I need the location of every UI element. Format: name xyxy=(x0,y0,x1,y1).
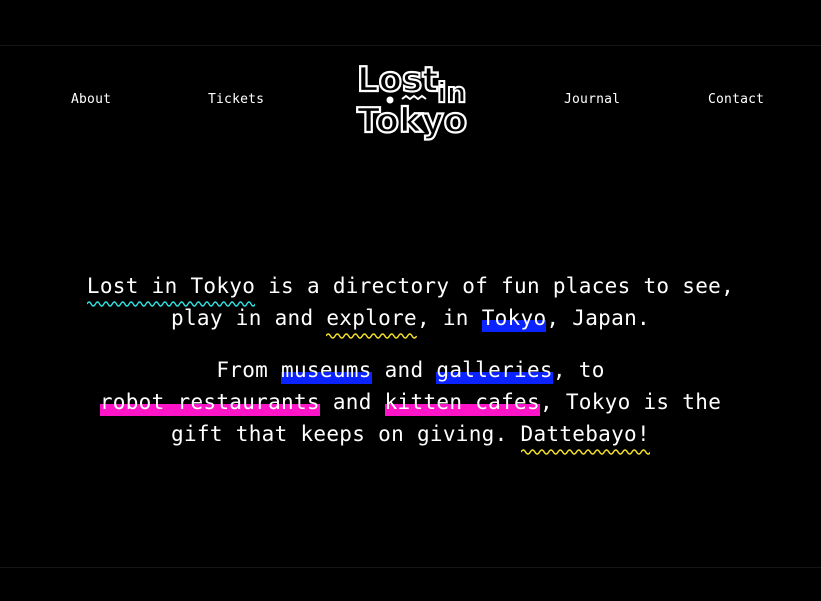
cyan-wavy-underline xyxy=(86,301,256,307)
yellow-wavy-underline xyxy=(520,449,650,455)
nav-link-tickets[interactable]: Tickets xyxy=(208,92,264,107)
link-robot-restaurants[interactable]: robot restaurants xyxy=(99,386,320,418)
intro-content: Lost in Tokyo is a directory of fun plac… xyxy=(80,270,741,470)
yellow-wavy-underline xyxy=(326,333,417,339)
logo-text-tokyo: Tokyo xyxy=(357,101,467,141)
intro-paragraph-1: Lost in Tokyo is a directory of fun plac… xyxy=(80,270,741,339)
logo-dot xyxy=(386,96,394,104)
nav-link-contact[interactable]: Contact xyxy=(708,92,764,107)
link-explore[interactable]: explore xyxy=(326,302,417,339)
intro-text: , Japan. xyxy=(546,306,650,330)
nav-link-journal[interactable]: Journal xyxy=(564,92,620,107)
link-tokyo[interactable]: Tokyo xyxy=(481,302,547,334)
intro-text: , in xyxy=(416,306,482,330)
link-kitten-cafes[interactable]: kitten cafes xyxy=(384,386,541,418)
link-museums[interactable]: museums xyxy=(281,354,372,386)
logo[interactable]: Lost in Tokyo xyxy=(356,58,469,144)
intro-text: and xyxy=(371,358,437,382)
logo-text-lost: Lost xyxy=(357,60,439,100)
intro-paragraph-2: From museums and galleries, to robot res… xyxy=(80,354,741,455)
intro-text: and xyxy=(319,390,385,414)
bottom-divider xyxy=(0,567,821,568)
nav-link-about[interactable]: About xyxy=(71,92,111,107)
link-dattebayo[interactable]: Dattebayo! xyxy=(520,418,650,455)
main-nav: About Tickets Lost in Tokyo Journal Cont… xyxy=(0,0,821,160)
intro-text: , to xyxy=(552,358,605,382)
intro-text: From xyxy=(216,358,282,382)
link-lost-in-tokyo[interactable]: Lost in Tokyo xyxy=(86,270,256,307)
logo-mark: Lost in Tokyo xyxy=(356,59,468,142)
link-galleries[interactable]: galleries xyxy=(436,354,553,386)
